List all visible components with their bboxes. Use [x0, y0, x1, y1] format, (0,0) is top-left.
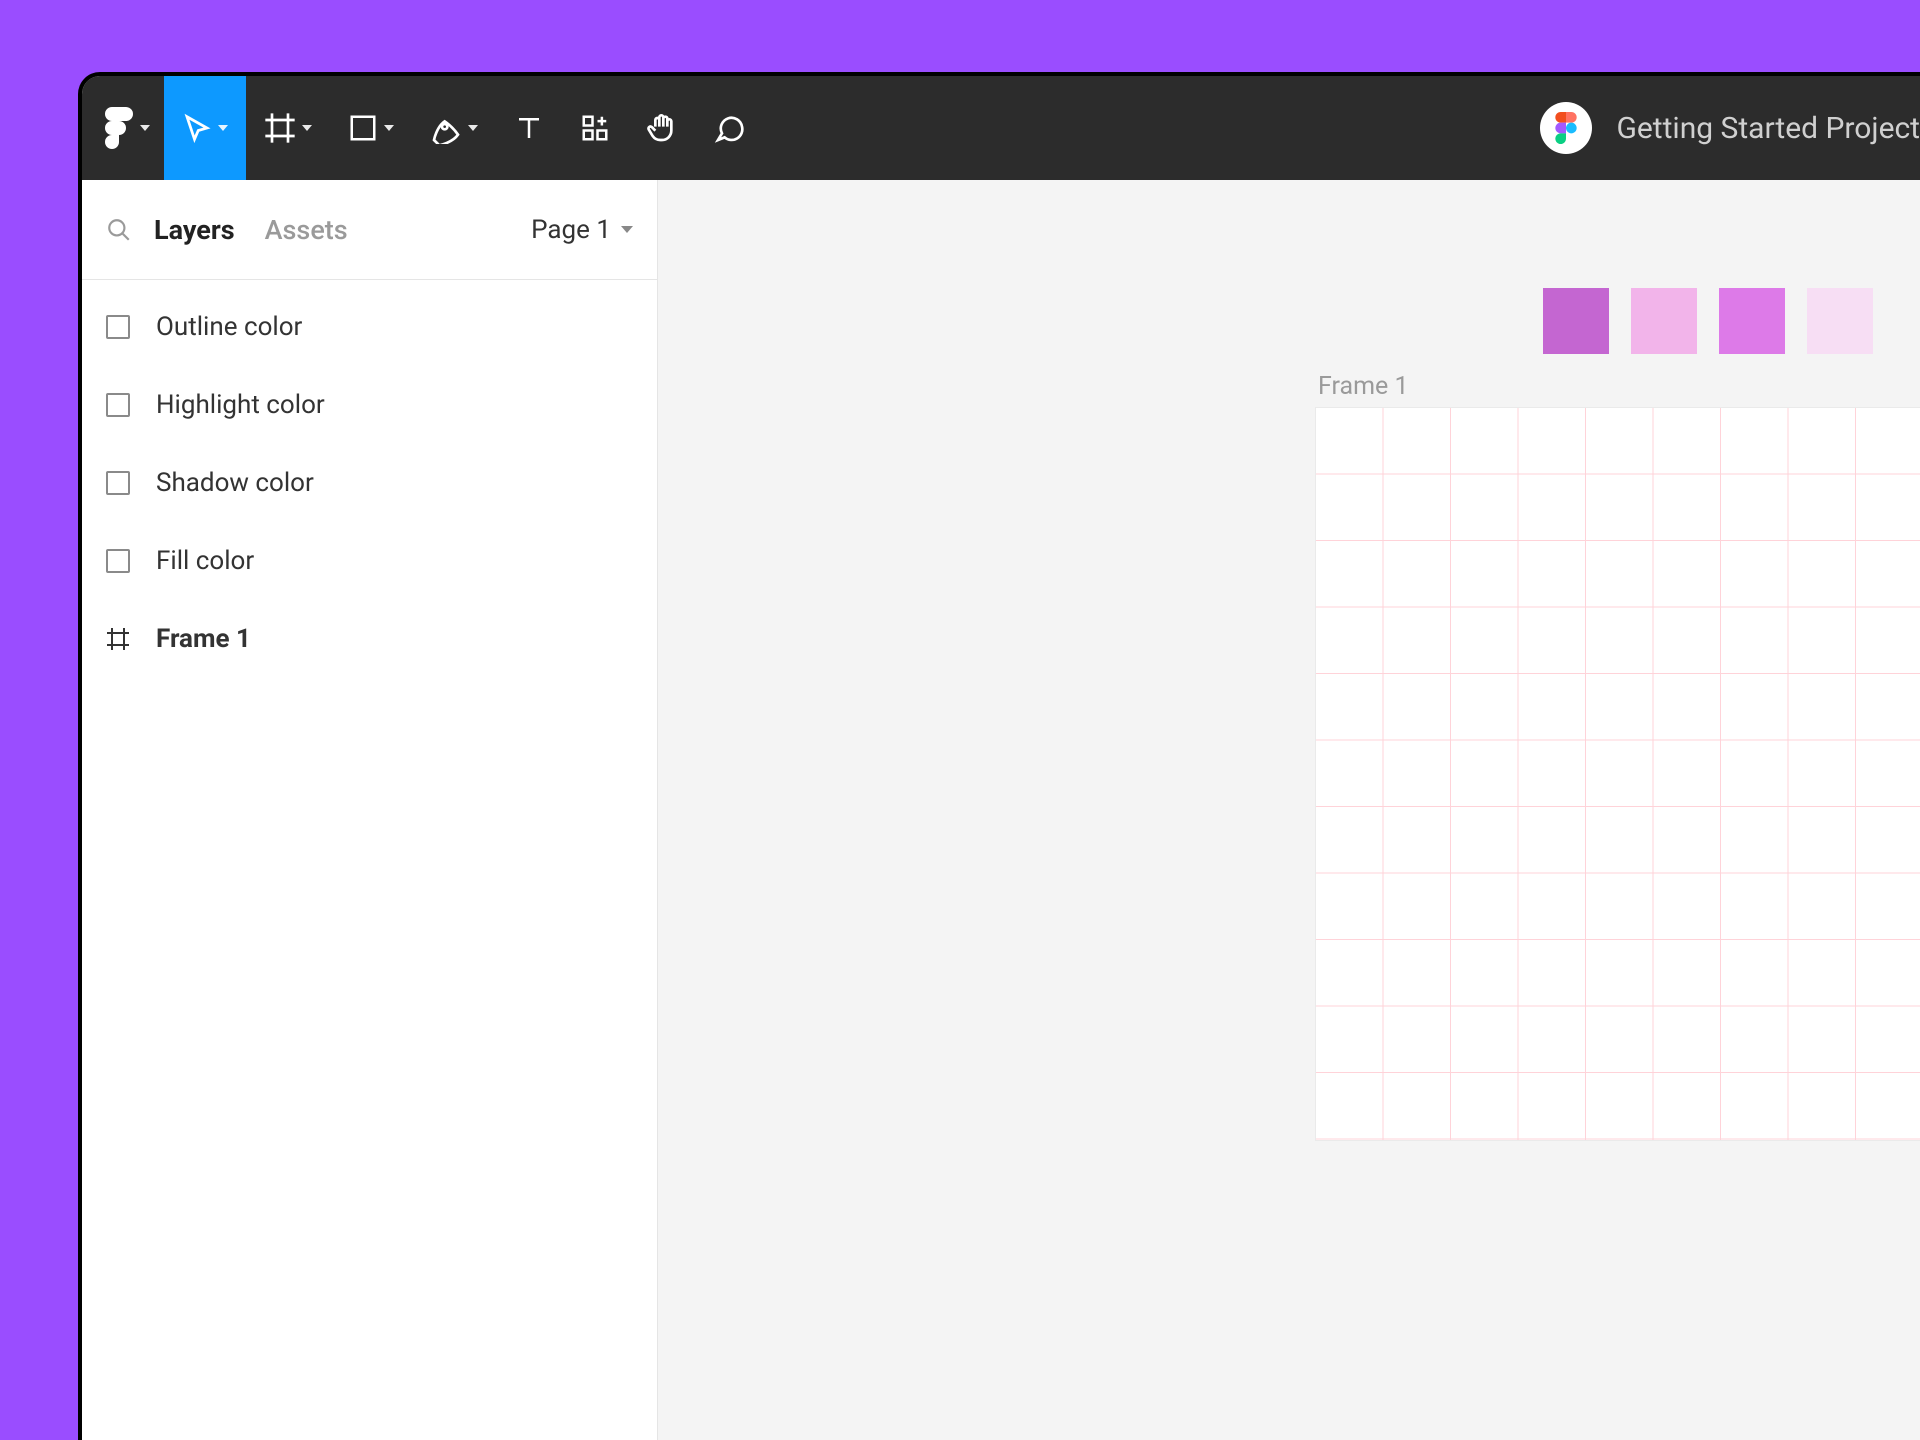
text-icon: [514, 113, 544, 143]
pen-icon: [430, 112, 462, 144]
chevron-down-icon: [621, 226, 633, 233]
search-icon[interactable]: [106, 217, 132, 243]
toolbar-right: Getting Started Project: [1540, 102, 1920, 154]
pen-tool-button[interactable]: [412, 76, 496, 180]
shape-tool-button[interactable]: [330, 76, 412, 180]
hand-icon: [646, 112, 678, 144]
layer-label: Outline color: [156, 312, 302, 342]
swatch-2[interactable]: [1719, 288, 1785, 354]
square-icon: [348, 113, 378, 143]
figma-logo-color-icon: [1555, 112, 1577, 144]
rectangle-icon: [106, 471, 130, 495]
frame-icon: [264, 112, 296, 144]
app-window: Getting Started Project Layers Assets Pa…: [78, 72, 1920, 1440]
figma-badge[interactable]: [1540, 102, 1592, 154]
layer-label: Shadow color: [156, 468, 314, 498]
text-tool-button[interactable]: [496, 76, 562, 180]
project-title[interactable]: Getting Started Project: [1616, 111, 1920, 146]
layers-panel-header: Layers Assets Page 1: [82, 180, 657, 280]
rectangle-icon: [106, 549, 130, 573]
frame-label[interactable]: Frame 1: [1318, 372, 1409, 401]
layer-label: Frame 1: [156, 624, 251, 654]
swatch-1[interactable]: [1631, 288, 1697, 354]
resources-tool-button[interactable]: [562, 76, 628, 180]
frame-tool-button[interactable]: [246, 76, 330, 180]
frame-icon: [106, 627, 130, 651]
move-tool-button[interactable]: [164, 76, 246, 180]
figma-menu-button[interactable]: [82, 76, 164, 180]
page-selector-label: Page 1: [531, 215, 611, 245]
tab-assets[interactable]: Assets: [265, 214, 348, 246]
frame-1[interactable]: [1316, 408, 1920, 1140]
layer-item-frame-1[interactable]: Frame 1: [82, 600, 657, 678]
layer-item-shadow-color[interactable]: Shadow color: [82, 444, 657, 522]
rectangle-icon: [106, 393, 130, 417]
layer-item-outline-color[interactable]: Outline color: [82, 288, 657, 366]
chevron-down-icon: [302, 125, 312, 131]
comment-icon: [714, 112, 746, 144]
figma-logo-icon: [104, 107, 134, 149]
hand-tool-button[interactable]: [628, 76, 696, 180]
comment-tool-button[interactable]: [696, 76, 764, 180]
swatch-3[interactable]: [1807, 288, 1873, 354]
page-selector[interactable]: Page 1: [531, 215, 633, 245]
swatch-0[interactable]: [1543, 288, 1609, 354]
chevron-down-icon: [384, 125, 394, 131]
canvas[interactable]: Frame 1: [658, 180, 1920, 1440]
color-swatches: [1543, 288, 1873, 354]
toolbar: Getting Started Project: [82, 76, 1920, 180]
layer-list: Outline color Highlight color Shadow col…: [82, 280, 657, 686]
tab-layers[interactable]: Layers: [154, 214, 235, 246]
cursor-icon: [182, 113, 212, 143]
layer-item-highlight-color[interactable]: Highlight color: [82, 366, 657, 444]
layer-label: Highlight color: [156, 390, 325, 420]
chevron-down-icon: [218, 125, 228, 131]
layers-panel: Layers Assets Page 1 Outline color Highl…: [82, 180, 658, 1440]
rectangle-icon: [106, 315, 130, 339]
chevron-down-icon: [140, 125, 150, 131]
components-icon: [580, 113, 610, 143]
layer-label: Fill color: [156, 546, 254, 576]
body-area: Layers Assets Page 1 Outline color Highl…: [82, 180, 1920, 1440]
layer-item-fill-color[interactable]: Fill color: [82, 522, 657, 600]
chevron-down-icon: [468, 125, 478, 131]
